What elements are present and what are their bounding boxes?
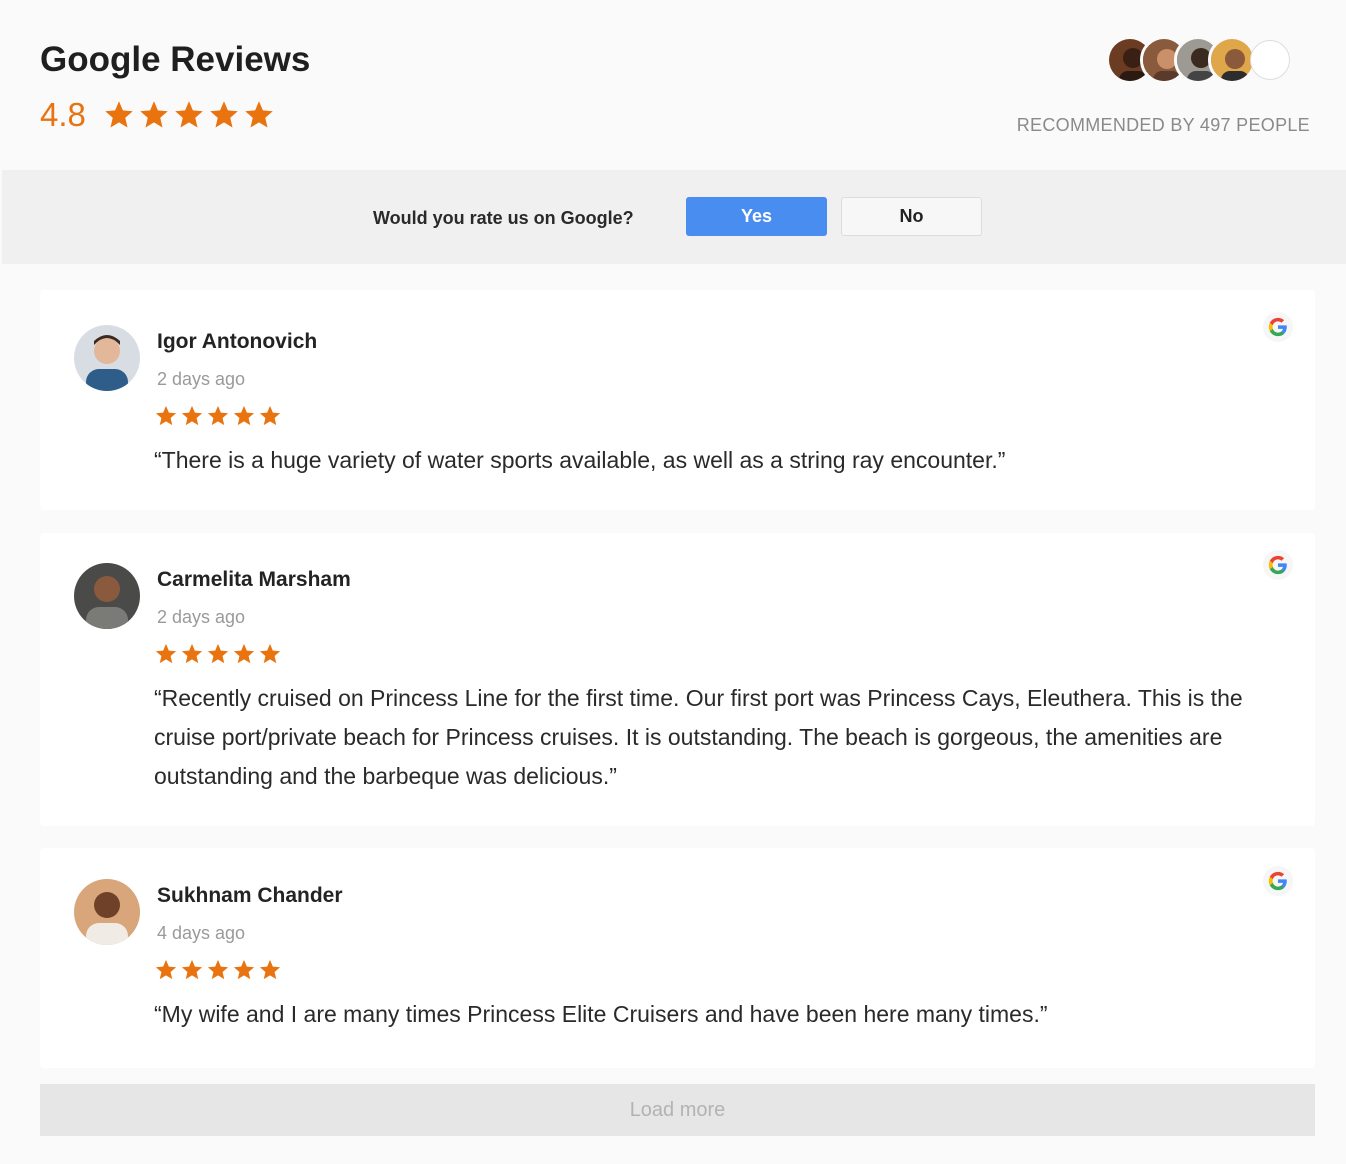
review-stars [155, 643, 285, 665]
header: Google Reviews 4.8 RECOMMENDED BY 497 PE… [0, 0, 1346, 170]
star-icon [155, 405, 177, 426]
recommender-avatars [1106, 36, 1290, 84]
load-more-button[interactable]: Load more [40, 1084, 1315, 1136]
review-text: “My wife and I are many times Princess E… [154, 1001, 1048, 1027]
star-icon [233, 959, 255, 980]
review-card: Sukhnam Chander 4 days ago “My wife and … [40, 848, 1315, 1068]
rate-prompt-bar: Would you rate us on Google? [2, 170, 1346, 264]
review-stars [155, 405, 285, 427]
avatar [1208, 36, 1256, 84]
google-icon[interactable] [1263, 866, 1293, 896]
star-icon [181, 405, 203, 426]
star-icon [181, 959, 203, 980]
yes-button[interactable]: Yes [686, 197, 827, 236]
review-date: 2 days ago [157, 369, 246, 389]
star-icon [207, 959, 229, 980]
rating-value: 4.8 [40, 96, 86, 133]
page-title: Google Reviews [40, 40, 311, 79]
google-icon[interactable] [1263, 312, 1293, 342]
review-text: “Recently cruised on Princess Line for t… [154, 685, 1243, 789]
star-icon [259, 405, 281, 426]
star-icon [105, 101, 133, 128]
reviewer-name: Sukhnam Chander [157, 884, 343, 907]
review-text: “There is a huge variety of water sports… [154, 447, 1006, 473]
star-icon [259, 959, 281, 980]
google-icon[interactable] [1263, 550, 1293, 580]
review-card: Carmelita Marsham 2 days ago “Recently c… [40, 533, 1315, 826]
recommended-count: RECOMMENDED BY 497 PEOPLE [1016, 115, 1310, 135]
star-icon [207, 643, 229, 664]
reviewer-name: Igor Antonovich [157, 330, 318, 353]
overall-rating: 4.8 [40, 96, 279, 134]
star-icon [155, 959, 177, 980]
review-date: 4 days ago [157, 923, 246, 943]
rate-prompt-question: Would you rate us on Google? [373, 208, 634, 228]
star-icon [155, 643, 177, 664]
review-card: Igor Antonovich 2 days ago “There is a h… [40, 290, 1315, 510]
star-icon [245, 101, 273, 128]
star-icon [210, 101, 238, 128]
star-icon [140, 101, 168, 128]
review-date: 2 days ago [157, 607, 246, 627]
star-icon [207, 405, 229, 426]
reviewer-name: Carmelita Marsham [157, 568, 351, 591]
avatar [74, 325, 140, 391]
avatar [74, 879, 140, 945]
star-icon [259, 643, 281, 664]
star-icon [233, 405, 255, 426]
no-button[interactable]: No [841, 197, 982, 236]
reviews-widget: Google Reviews 4.8 RECOMMENDED BY 497 PE… [0, 0, 1346, 1164]
avatar [74, 563, 140, 629]
star-icon [233, 643, 255, 664]
review-stars [155, 959, 285, 981]
star-icon [181, 643, 203, 664]
more-avatars-indicator [1250, 40, 1290, 80]
star-icon [175, 101, 203, 128]
overall-stars [104, 100, 279, 130]
